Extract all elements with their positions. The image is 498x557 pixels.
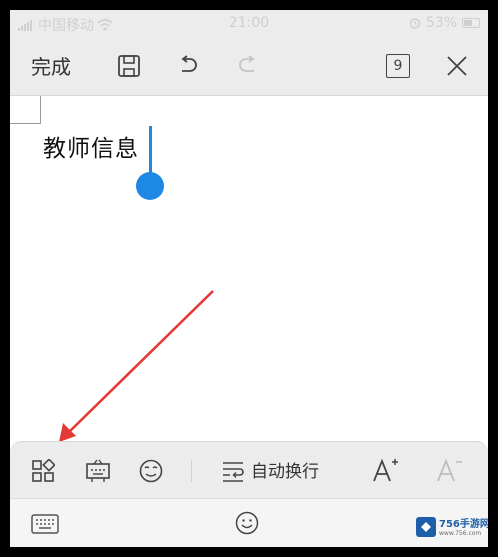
keyboard-icon[interactable] (31, 514, 59, 534)
auto-wrap-button[interactable]: 自动换行 (251, 457, 319, 482)
mask-icon[interactable] (138, 458, 164, 484)
keyboard-toggle-icon[interactable] (85, 459, 111, 483)
watermark-logo: 756手游网 www.756.com (414, 512, 488, 547)
grid-apps-icon[interactable] (31, 459, 55, 483)
app-screen: 中国移动 21:00 53% 完成 9 教师信息 自动换行 756手游网 www… (10, 10, 488, 547)
format-toolbar: 自动换行 (10, 441, 488, 498)
font-increase-icon[interactable] (371, 456, 399, 484)
watermark-name: 756手游网 (439, 519, 488, 530)
emoji-icon[interactable] (235, 511, 259, 535)
watermark-url: www.756.com (439, 530, 482, 537)
toolbar-divider (191, 460, 192, 482)
font-decrease-icon[interactable] (435, 456, 463, 484)
wrap-text-icon[interactable] (221, 459, 245, 483)
watermark-cube-icon (416, 517, 436, 537)
